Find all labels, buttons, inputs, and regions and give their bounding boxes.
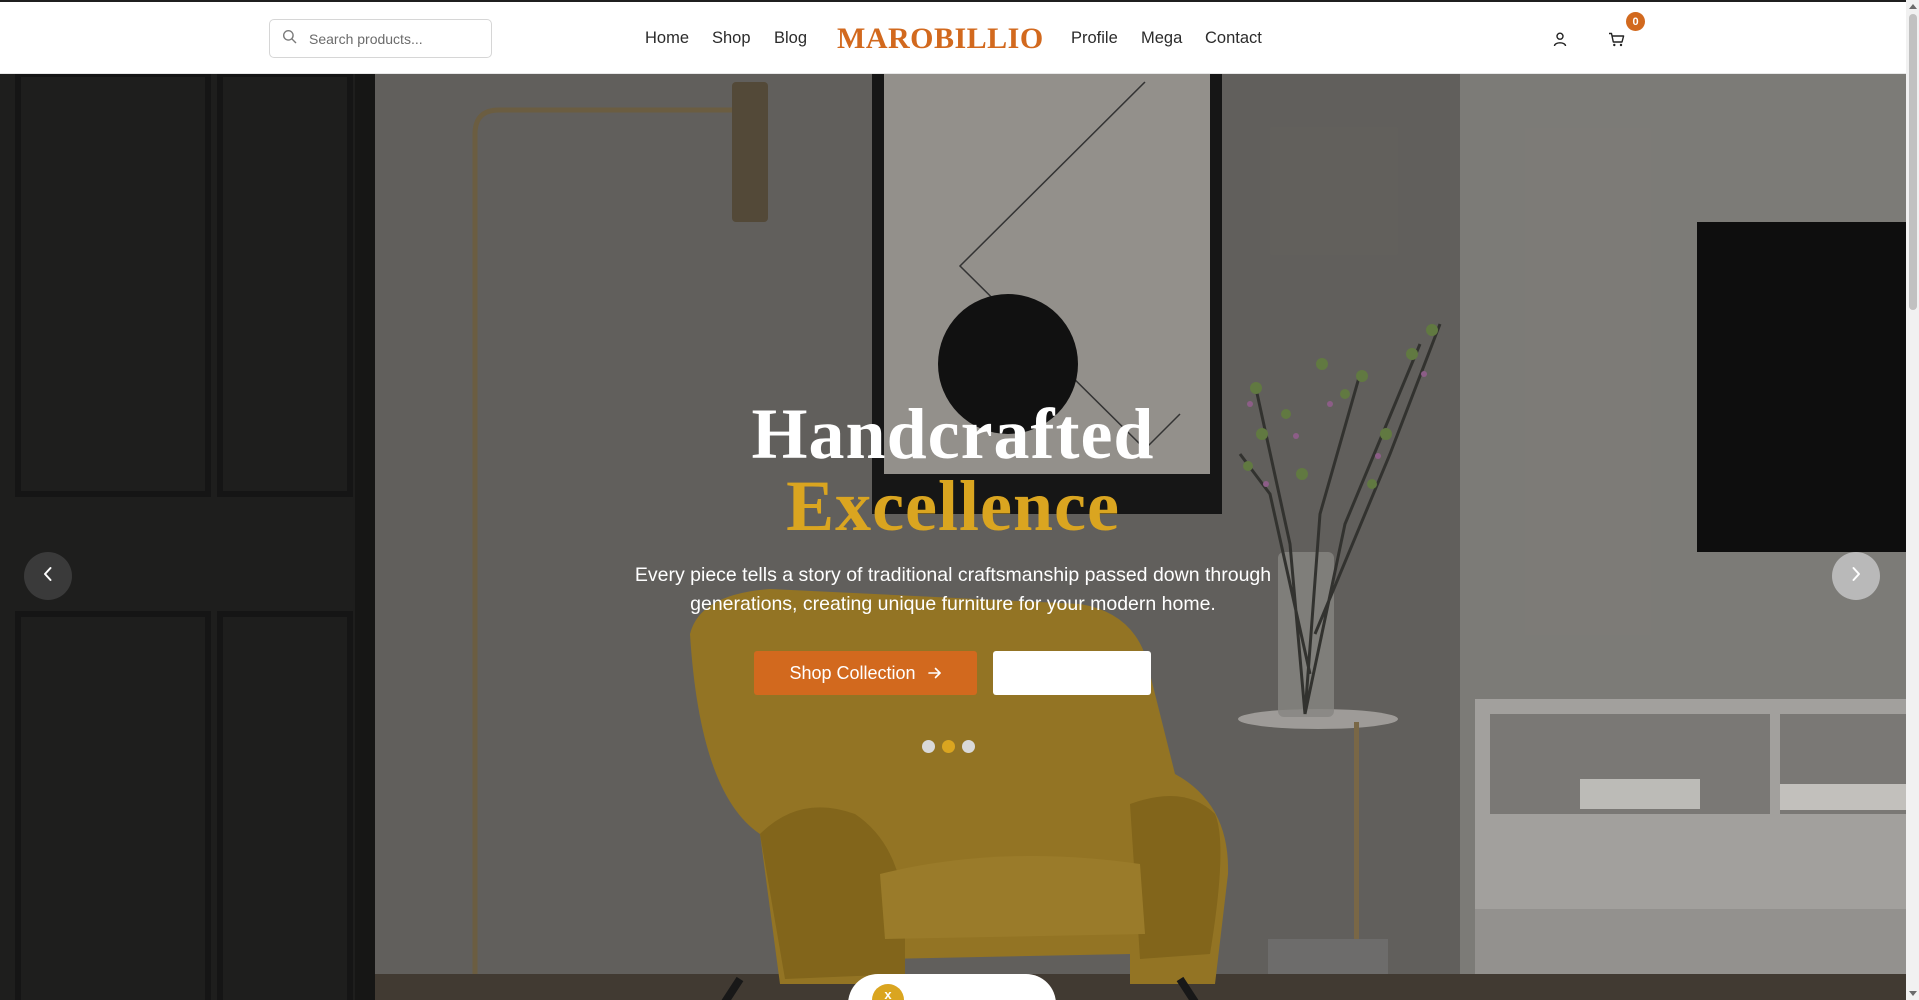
chevron-left-icon xyxy=(42,566,54,587)
nav-shop[interactable]: Shop xyxy=(712,28,751,48)
user-icon[interactable] xyxy=(1551,30,1569,48)
hero-subtitle: Every piece tells a story of traditional… xyxy=(634,564,1272,615)
shop-collection-label: Shop Collection xyxy=(789,662,916,683)
arrow-right-icon xyxy=(927,663,942,684)
search-icon xyxy=(282,29,297,49)
scroll-down-icon[interactable] xyxy=(1909,991,1917,996)
slider-dot-2[interactable] xyxy=(942,740,955,753)
hero-slider: Handcrafted Excellence Every piece tells… xyxy=(0,74,1906,1000)
scrollbar-thumb[interactable] xyxy=(1909,14,1917,310)
scroll-up-icon[interactable] xyxy=(1909,4,1917,9)
secondary-cta-button[interactable] xyxy=(993,651,1151,695)
search-input[interactable] xyxy=(307,29,481,48)
search-box[interactable] xyxy=(269,19,492,58)
cart-icon[interactable] xyxy=(1606,30,1626,48)
slider-next-button[interactable] xyxy=(1832,552,1880,600)
nav-blog[interactable]: Blog xyxy=(774,28,807,48)
nav-home[interactable]: Home xyxy=(645,28,689,48)
hero-title-line-2: Excellence xyxy=(786,466,1120,546)
slider-dot-1[interactable] xyxy=(922,740,935,753)
cart-count-badge: 0 xyxy=(1626,12,1645,31)
brand-logo[interactable]: MAROBILLIO xyxy=(837,20,1043,58)
nav-contact[interactable]: Contact xyxy=(1205,28,1262,48)
slider-dot-3[interactable] xyxy=(962,740,975,753)
shop-collection-button[interactable]: Shop Collection xyxy=(754,651,977,695)
page-scrollbar[interactable] xyxy=(1906,0,1919,1000)
site-header: Home Shop Blog MAROBILLIO Profile Mega C… xyxy=(0,2,1906,74)
nav-mega[interactable]: Mega xyxy=(1141,28,1182,48)
slider-prev-button[interactable] xyxy=(24,552,72,600)
nav-profile[interactable]: Profile xyxy=(1071,28,1118,48)
hero-title-line-1: Handcrafted xyxy=(751,394,1155,474)
page: Home Shop Blog MAROBILLIO Profile Mega C… xyxy=(0,0,1906,1000)
chevron-right-icon xyxy=(1850,566,1862,587)
